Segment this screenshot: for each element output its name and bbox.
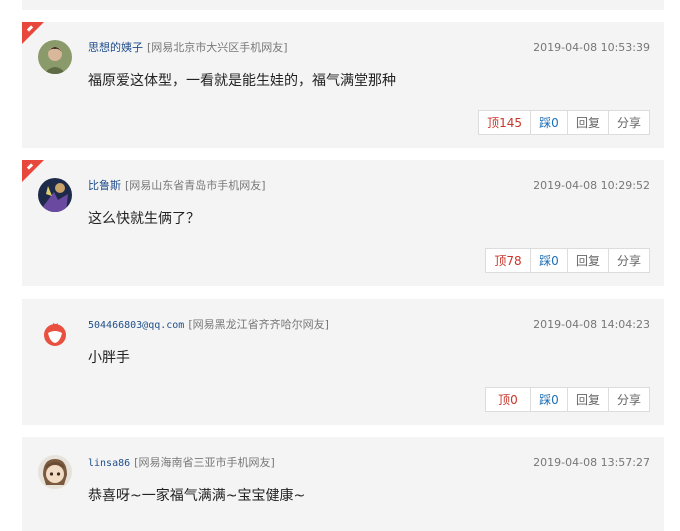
- comment-text: 福原爱这体型，一看就是能生娃的，福气满堂那种: [88, 73, 396, 89]
- share-button[interactable]: 分享: [607, 387, 650, 412]
- comment-actions: 顶78 踩0 回复 分享: [484, 248, 650, 273]
- comment-card: 思想的姨子 [网易北京市大兴区手机网友] 2019-04-08 10:53:39 …: [22, 22, 664, 148]
- comment-meta: 思想的姨子 [网易北京市大兴区手机网友]: [88, 41, 288, 55]
- comment-card: 比鲁斯 [网易山东省青岛市手机网友] 2019-04-08 10:29:52 这么…: [22, 160, 664, 286]
- comment-text: 这么快就生俩了？: [88, 211, 200, 227]
- comment-text: 小胖手: [88, 350, 130, 366]
- username-link[interactable]: 思想的姨子: [88, 41, 143, 54]
- hot-comment-flag-icon: [22, 22, 44, 44]
- comment-meta: 504466803@qq.com [网易黑龙江省齐齐哈尔网友]: [88, 318, 329, 333]
- previous-comment-card: [22, 0, 664, 10]
- reply-button[interactable]: 回复: [566, 248, 609, 273]
- reply-button[interactable]: 回复: [566, 387, 609, 412]
- comment-card: linsa86 [网易海南省三亚市手机网友] 2019-04-08 13:57:2…: [22, 437, 664, 531]
- username-link[interactable]: linsa86: [88, 458, 130, 469]
- anime-character-avatar[interactable]: [38, 178, 72, 212]
- share-button[interactable]: 分享: [607, 110, 650, 135]
- comment-card: 504466803@qq.com [网易黑龙江省齐齐哈尔网友] 2019-04-0…: [22, 299, 664, 425]
- downvote-button[interactable]: 踩0: [529, 387, 568, 412]
- username-link[interactable]: 504466803@qq.com: [88, 320, 184, 331]
- comment-feed: 思想的姨子 [网易北京市大兴区手机网友] 2019-04-08 10:53:39 …: [0, 0, 680, 531]
- share-button[interactable]: 分享: [607, 248, 650, 273]
- comment-timestamp: 2019-04-08 10:53:39: [533, 41, 650, 54]
- upvote-button[interactable]: 顶145: [478, 110, 531, 135]
- default-netease-avatar[interactable]: [38, 317, 72, 351]
- user-photo-avatar[interactable]: [38, 40, 72, 74]
- comment-actions: 顶145 踩0 回复 分享: [478, 110, 650, 135]
- anime-girl-avatar[interactable]: [38, 455, 72, 489]
- upvote-button[interactable]: 顶78: [484, 248, 531, 273]
- hot-comment-flag-icon: [22, 160, 44, 182]
- comment-meta: linsa86 [网易海南省三亚市手机网友]: [88, 456, 275, 471]
- user-location: [网易黑龙江省齐齐哈尔网友]: [188, 318, 329, 331]
- comment-timestamp: 2019-04-08 14:04:23: [533, 318, 650, 331]
- reply-button[interactable]: 回复: [566, 110, 609, 135]
- comment-meta: 比鲁斯 [网易山东省青岛市手机网友]: [88, 179, 266, 193]
- upvote-button[interactable]: 顶0: [484, 387, 531, 412]
- comment-timestamp: 2019-04-08 10:29:52: [533, 179, 650, 192]
- comment-text: 恭喜呀~一家福气满满~宝宝健康~: [88, 488, 306, 504]
- downvote-button[interactable]: 踩0: [529, 248, 568, 273]
- downvote-button[interactable]: 踩0: [529, 110, 568, 135]
- comment-actions: 顶0 踩0 回复 分享: [484, 387, 650, 412]
- comment-timestamp: 2019-04-08 13:57:27: [533, 456, 650, 469]
- username-link[interactable]: 比鲁斯: [88, 179, 121, 192]
- user-location: [网易北京市大兴区手机网友]: [147, 41, 288, 54]
- user-location: [网易山东省青岛市手机网友]: [125, 179, 266, 192]
- user-location: [网易海南省三亚市手机网友]: [134, 456, 275, 469]
